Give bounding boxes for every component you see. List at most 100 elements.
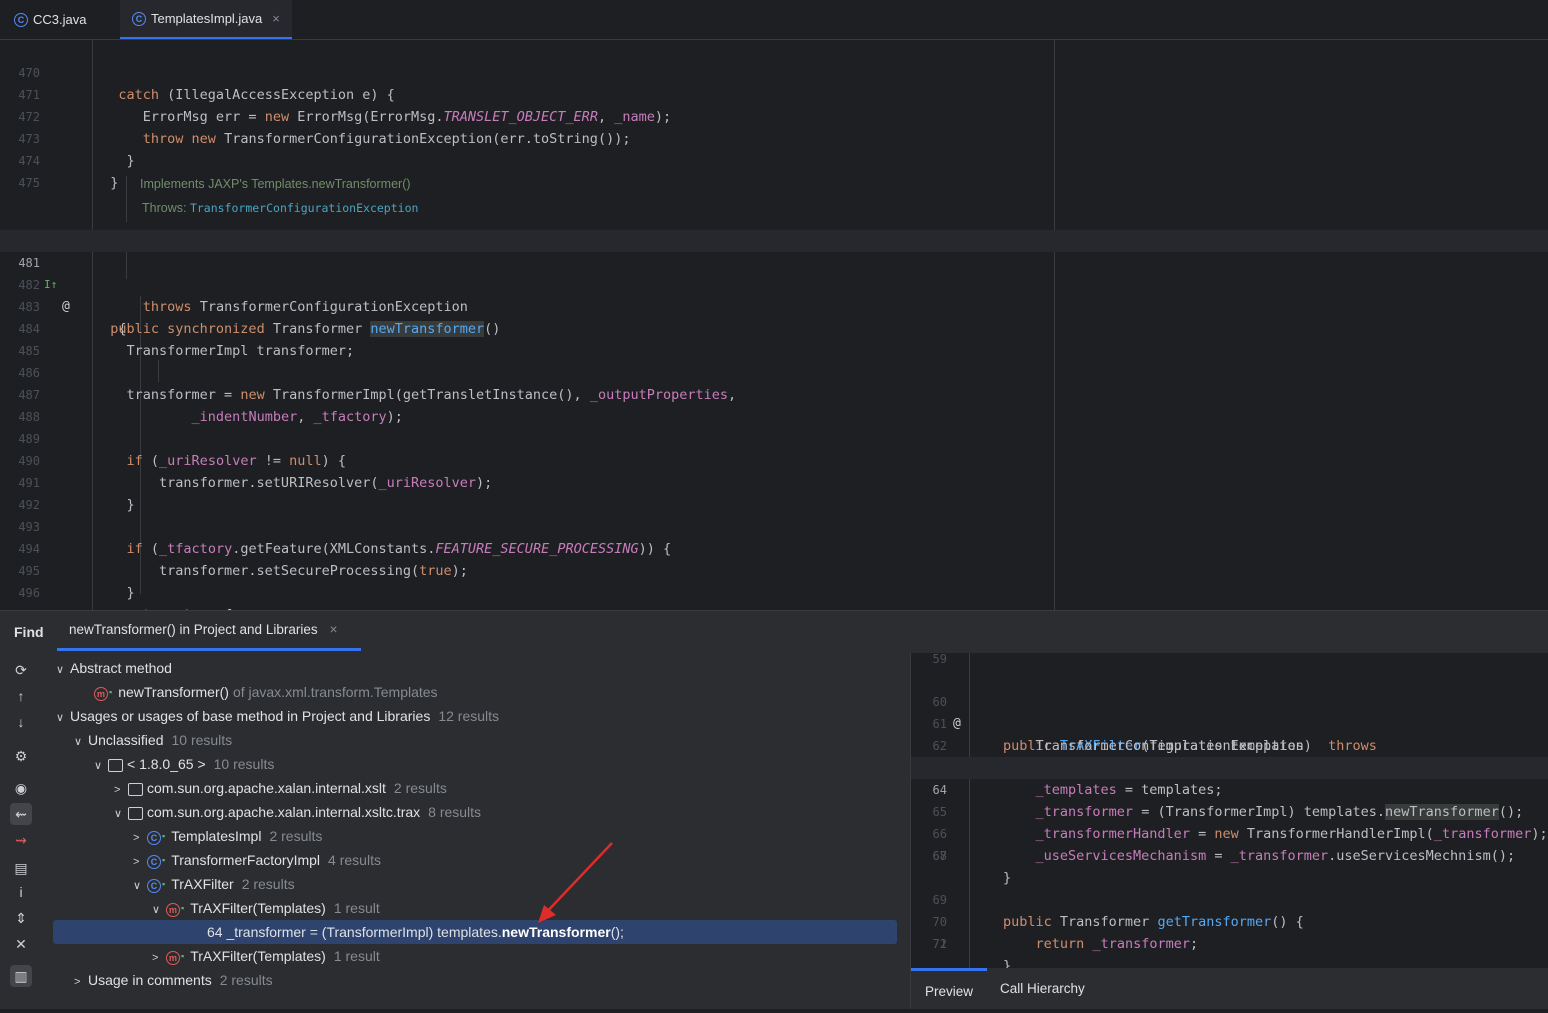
code-line: 472 throw new TransformerConfigurationEx… bbox=[0, 84, 1548, 147]
tree-node-class-transformerfactoryimpl[interactable]: > C ▪ TransformerFactoryImpl 4 results bbox=[133, 848, 381, 872]
preview-line: 62 { bbox=[911, 713, 1548, 776]
toggle-preview-icon[interactable]: ▥ bbox=[10, 965, 32, 987]
tree-node-abstract-method[interactable]: ∨ Abstract method bbox=[56, 656, 172, 680]
tab-templatesimpl-java[interactable]: C TemplatesImpl.java × bbox=[120, 0, 292, 39]
close-tab-icon[interactable]: × bbox=[272, 11, 280, 26]
class-icon: C bbox=[147, 855, 161, 869]
tab-preview[interactable]: Preview bbox=[911, 968, 987, 1009]
line-number: 475 bbox=[18, 176, 40, 190]
chevron-down-icon[interactable]: ∨ bbox=[56, 658, 70, 682]
tree-node-constructor-traxfilter-2[interactable]: > m ▪ TrAXFilter(Templates) 1 result bbox=[152, 944, 380, 968]
preview-eye-icon[interactable]: ◉ bbox=[10, 777, 32, 799]
group-by-directory-icon[interactable]: ▤ bbox=[10, 857, 32, 879]
tree-node-unclassified[interactable]: ∨ Unclassified 10 results bbox=[74, 728, 232, 752]
tree-node-usage-in-comments[interactable]: > Usage in comments 2 results bbox=[74, 968, 273, 992]
code-line: 483 { bbox=[0, 274, 1548, 337]
code-text: } bbox=[94, 175, 119, 191]
chevron-down-icon[interactable]: ∨ bbox=[133, 874, 147, 898]
code-editor[interactable]: 470 catch (IllegalAccessException e) { 4… bbox=[0, 40, 1548, 610]
preview-line: 67 } bbox=[911, 823, 1548, 886]
tab-call-hierarchy[interactable]: Call Hierarchy bbox=[1000, 968, 1085, 1009]
chevron-right-icon[interactable]: > bbox=[133, 826, 147, 850]
previous-occurrence-icon[interactable]: ↑ bbox=[10, 685, 32, 707]
find-tool-window-header: Find newTransformer() in Project and Lib… bbox=[0, 610, 1548, 654]
throws-label: Throws: bbox=[142, 201, 187, 215]
preview-line: 65 _transformerHandler = new Transformer… bbox=[911, 779, 1548, 842]
chevron-down-icon[interactable]: ∨ bbox=[114, 802, 128, 826]
preview-line: 73 private void createParent() throws SA… bbox=[911, 955, 1548, 968]
public-access-icon: ▪ bbox=[162, 831, 166, 841]
preview-line: 63 _templates = templates; bbox=[911, 735, 1548, 798]
class-icon: C bbox=[147, 879, 161, 893]
code-line: 486 transformer = new TransformerImpl(ge… bbox=[0, 340, 1548, 403]
package-icon bbox=[128, 782, 143, 796]
chevron-right-icon[interactable]: > bbox=[114, 778, 128, 802]
code-line: 492 bbox=[0, 472, 1548, 512]
tree-node-jdk[interactable]: ∨ < 1.8.0_65 >10 results bbox=[94, 752, 274, 776]
tree-node-package-trax[interactable]: ∨ com.sun.org.apache.xalan.internal.xsltc… bbox=[114, 800, 481, 824]
tab-label: CC3.java bbox=[33, 12, 87, 27]
find-toolbar: ⟳ ↑ ↓ ⚙ ◉ ⇜ ⇝ ▤ i ⇕ ✕ ▥ bbox=[0, 653, 42, 1009]
preview-line: 61 TransformerConfigurationException bbox=[911, 691, 1548, 754]
usage-result-row-selected[interactable]: 64 _transformer = (TransformerImpl) temp… bbox=[53, 920, 897, 944]
preview-line: 70 return _transformer; bbox=[911, 889, 1548, 952]
collapse-all-icon[interactable]: ✕ bbox=[10, 933, 32, 955]
show-write-access-icon[interactable]: ⇝ bbox=[10, 829, 32, 851]
public-access-icon: ▪ bbox=[162, 855, 166, 865]
preview-line: 69 public Transformer getTransformer() { bbox=[911, 867, 1548, 930]
preview-line: 68 bbox=[932, 849, 947, 863]
chevron-down-icon[interactable]: ∨ bbox=[56, 706, 70, 730]
method-icon: m bbox=[166, 903, 180, 917]
usage-preview-editor[interactable]: 59 60 @ public TrAXFilter(Templates temp… bbox=[910, 653, 1548, 968]
package-icon bbox=[128, 806, 143, 820]
editor-tab-bar: C CC3.java C TemplatesImpl.java × bbox=[0, 0, 1548, 40]
code-line: 470 catch (IllegalAccessException e) { bbox=[0, 40, 1548, 103]
method-icon: m bbox=[166, 951, 180, 965]
chevron-down-icon[interactable]: ∨ bbox=[74, 730, 88, 754]
code-line: 474 } bbox=[0, 128, 1548, 191]
find-title: Find bbox=[14, 624, 44, 640]
code-line: 491 } bbox=[0, 450, 1548, 513]
doc-guide bbox=[126, 176, 127, 222]
next-occurrence-icon[interactable]: ↓ bbox=[10, 711, 32, 733]
code-line: 494 transformer.setSecureProcessing(true… bbox=[0, 516, 1548, 579]
preview-line-current: 64 _transformer = (TransformerImpl) temp… bbox=[911, 757, 1548, 820]
code-line: 497 } bbox=[0, 582, 1548, 610]
code-line: 475 bbox=[0, 150, 1548, 190]
find-results-panel: ⟳ ↑ ↓ ⚙ ◉ ⇜ ⇝ ▤ i ⇕ ✕ ▥ ∨ Abstract method… bbox=[0, 653, 910, 1009]
chevron-right-icon[interactable]: > bbox=[74, 970, 88, 994]
preview-line: 60 @ public TrAXFilter(Templates templat… bbox=[911, 669, 1548, 754]
preview-line: 66 _useServicesMechanism = _transformer.… bbox=[911, 801, 1548, 864]
chevron-right-icon[interactable]: > bbox=[133, 850, 147, 874]
preview-line: 72 bbox=[932, 937, 947, 951]
chevron-down-icon[interactable]: ∨ bbox=[152, 898, 166, 922]
info-icon[interactable]: i bbox=[10, 881, 32, 903]
rerun-icon[interactable]: ⟳ bbox=[10, 659, 32, 681]
code-line-current: 481 I↑ @ public synchronized Transformer… bbox=[0, 230, 1548, 337]
class-icon: C bbox=[147, 831, 161, 845]
chevron-down-icon[interactable]: ∨ bbox=[94, 754, 108, 778]
code-line: 489 if (_uriResolver != null) { bbox=[0, 406, 1548, 469]
show-read-access-icon[interactable]: ⇜ bbox=[10, 803, 32, 825]
throws-link[interactable]: TransformerConfigurationException bbox=[190, 201, 418, 215]
find-results-tab[interactable]: newTransformer() in Project and Librarie… bbox=[57, 611, 361, 651]
doc-comment-throws: Throws: TransformerConfigurationExceptio… bbox=[142, 201, 418, 215]
tab-cc3-java[interactable]: C CC3.java bbox=[0, 0, 100, 39]
tree-node-class-templatesimpl[interactable]: > C ▪ TemplatesImpl 2 results bbox=[133, 824, 322, 848]
chevron-right-icon[interactable]: > bbox=[152, 946, 166, 970]
tree-node-package-xslt[interactable]: > com.sun.org.apache.xalan.internal.xslt 2… bbox=[114, 776, 447, 800]
find-tab-label: newTransformer() in Project and Librarie… bbox=[69, 622, 318, 637]
tree-item-abstract-newtransformer[interactable]: m ▪ newTransformer() of javax.xml.transform… bbox=[94, 680, 438, 704]
tree-node-usages[interactable]: ∨ Usages or usages of base method in Proj… bbox=[56, 704, 499, 728]
settings-gear-icon[interactable]: ⚙ bbox=[10, 745, 32, 767]
code-line: 493 if (_tfactory.getFeature(XMLConstant… bbox=[0, 494, 1548, 557]
tree-node-constructor-traxfilter[interactable]: ∨ m ▪ TrAXFilter(Templates) 1 result bbox=[152, 896, 380, 920]
code-line: 495 } bbox=[0, 538, 1548, 601]
code-line: 482 throws TransformerConfigurationExcep… bbox=[0, 252, 1548, 315]
close-tab-icon[interactable]: × bbox=[330, 622, 338, 637]
expand-all-icon[interactable]: ⇕ bbox=[10, 907, 32, 929]
public-access-icon: ▪ bbox=[162, 879, 166, 889]
public-access-icon: ▪ bbox=[181, 951, 185, 961]
tree-node-class-traxfilter[interactable]: ∨ C ▪ TrAXFilter 2 results bbox=[133, 872, 295, 896]
code-line: 471 ErrorMsg err = new ErrorMsg(ErrorMsg… bbox=[0, 62, 1548, 125]
